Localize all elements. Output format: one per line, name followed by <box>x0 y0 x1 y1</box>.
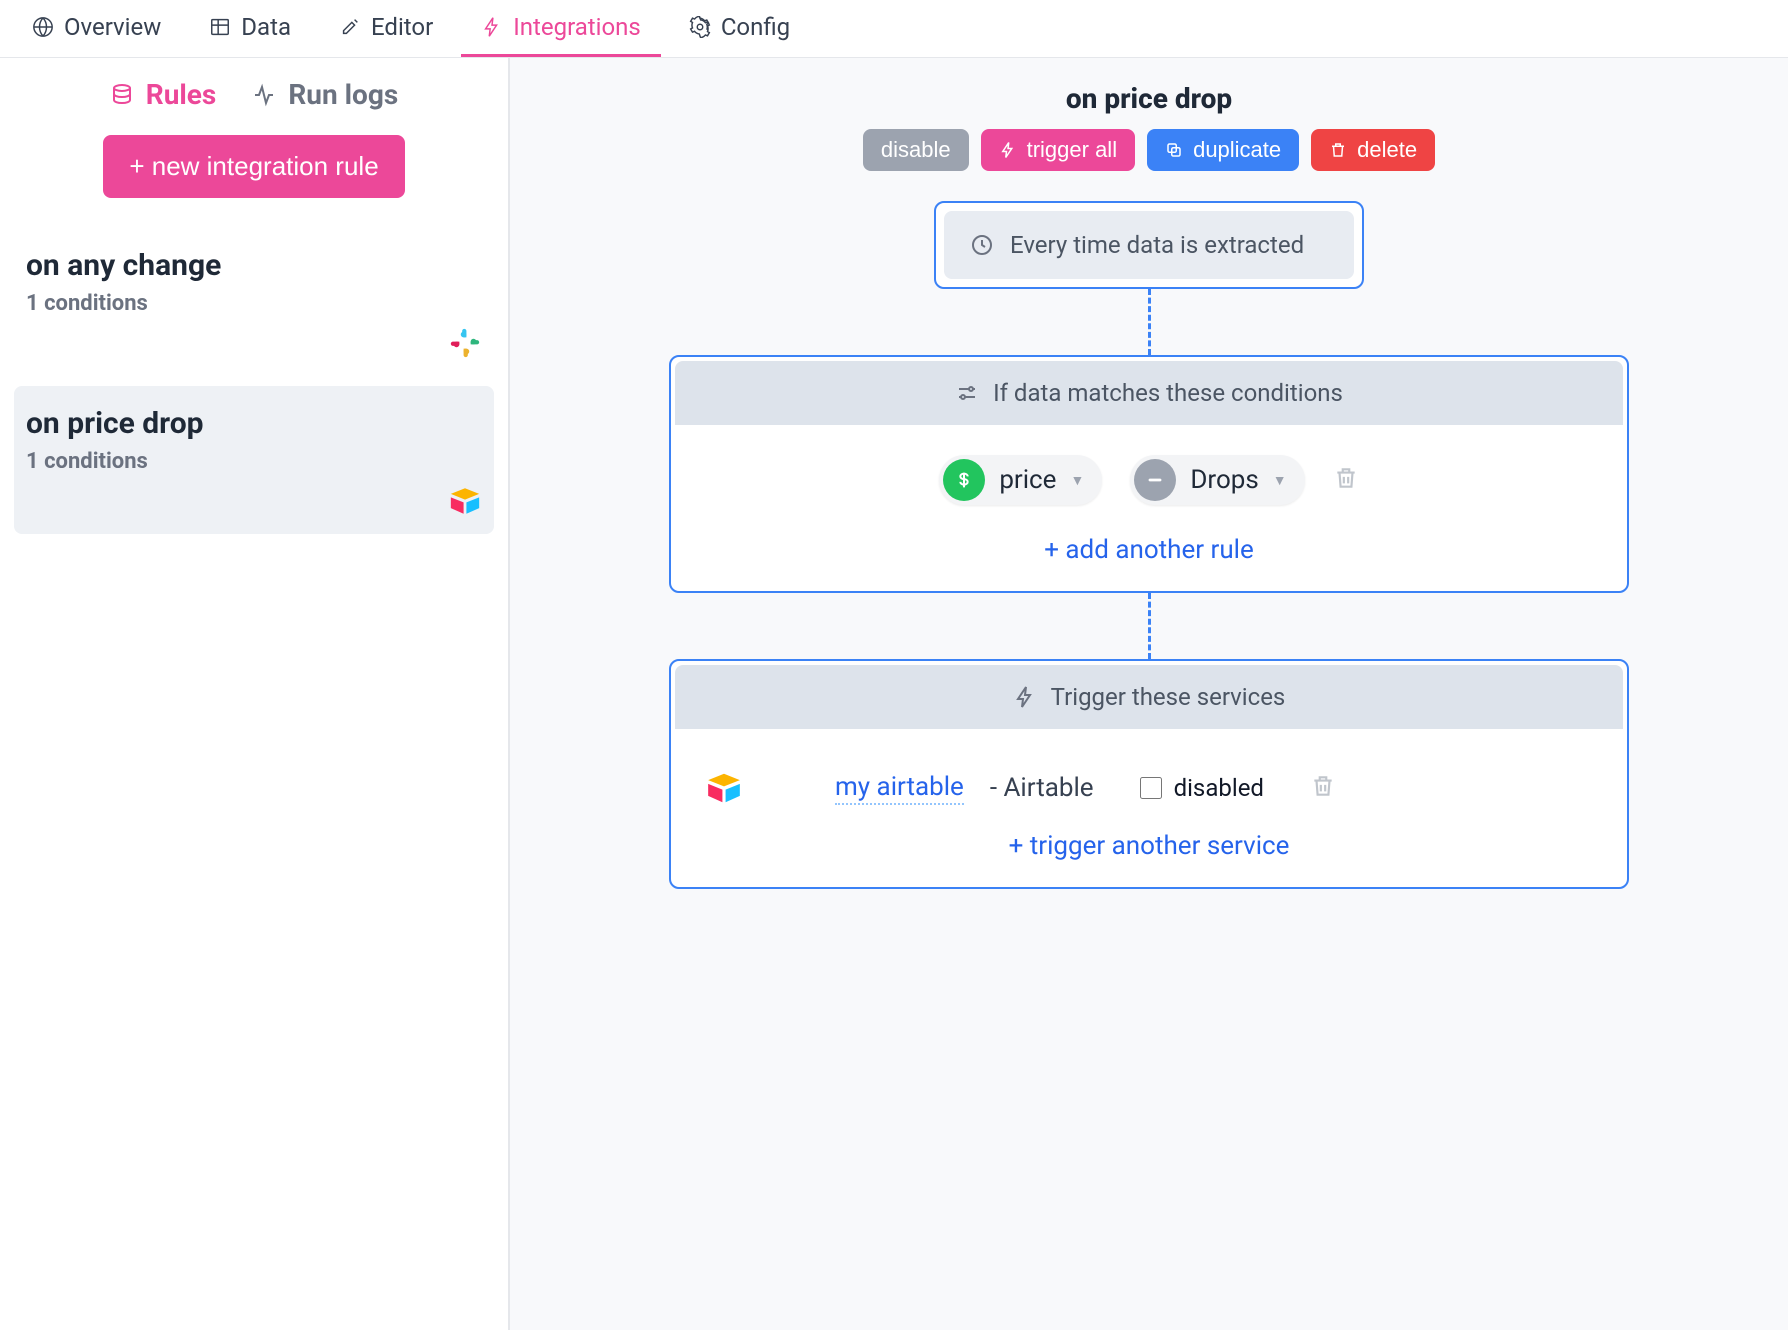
condition-operator-label: Drops <box>1190 465 1258 495</box>
sidebar-tab-label: Run logs <box>288 78 398 111</box>
rule-item-title: on price drop <box>26 406 482 441</box>
condition-field-select[interactable]: price ▼ <box>939 455 1102 505</box>
delete-service-button[interactable] <box>1310 773 1336 803</box>
sidebar-tab-label: Rules <box>146 78 217 111</box>
duplicate-button[interactable]: duplicate <box>1147 129 1299 171</box>
tab-config[interactable]: Config <box>669 0 810 57</box>
tab-integrations[interactable]: Integrations <box>461 0 661 57</box>
database-icon <box>110 83 134 107</box>
services-node: Trigger these services my airtable - Air… <box>669 659 1629 889</box>
trigger-node-label: Every time data is extracted <box>1010 231 1304 259</box>
airtable-icon <box>448 484 482 518</box>
bolt-icon <box>1013 685 1037 709</box>
tab-label: Data <box>241 13 291 41</box>
service-disabled-toggle[interactable]: disabled <box>1140 774 1264 802</box>
delete-condition-button[interactable] <box>1333 465 1359 495</box>
service-disabled-checkbox[interactable] <box>1140 777 1162 799</box>
add-rule-link[interactable]: + add another rule <box>695 535 1603 565</box>
flow-connector <box>1148 289 1151 355</box>
rule-item-conditions: 1 conditions <box>26 449 482 474</box>
gear-icon <box>689 16 711 38</box>
rule-item-title: on any change <box>26 248 482 283</box>
trigger-all-button[interactable]: trigger all <box>981 129 1135 171</box>
new-integration-rule-button[interactable]: + new integration rule <box>103 135 404 198</box>
condition-operator-select[interactable]: Drops ▼ <box>1130 455 1304 505</box>
trash-icon <box>1310 773 1336 799</box>
service-type-label: - Airtable <box>990 773 1094 803</box>
trigger-node[interactable]: Every time data is extracted <box>934 201 1364 289</box>
bolt-icon <box>481 16 503 38</box>
conditions-header-label: If data matches these conditions <box>993 379 1343 407</box>
bolt-icon <box>999 141 1017 159</box>
tab-label: Overview <box>64 13 161 41</box>
globe-icon <box>32 16 54 38</box>
tab-data[interactable]: Data <box>189 0 311 57</box>
chevron-down-icon: ▼ <box>1273 472 1287 489</box>
dollar-icon <box>943 459 985 501</box>
delete-button[interactable]: delete <box>1311 129 1435 171</box>
copy-icon <box>1165 141 1183 159</box>
tab-label: Config <box>721 13 790 41</box>
service-row: my airtable - Airtable disabled <box>695 759 1603 831</box>
tools-icon <box>339 16 361 38</box>
trash-icon <box>1333 465 1359 491</box>
activity-icon <box>252 83 276 107</box>
tab-label: Editor <box>371 13 433 41</box>
service-name-link[interactable]: my airtable <box>835 772 964 805</box>
rule-item-on-any-change[interactable]: on any change 1 conditions <box>14 228 494 376</box>
trash-icon <box>1329 141 1347 159</box>
condition-field-label: price <box>999 465 1056 495</box>
conditions-node: If data matches these conditions price ▼… <box>669 355 1629 593</box>
flow-connector <box>1148 593 1151 659</box>
sidebar-tab-rules[interactable]: Rules <box>110 78 217 111</box>
add-service-link[interactable]: + trigger another service <box>695 831 1603 861</box>
minus-icon <box>1134 459 1176 501</box>
table-icon <box>209 16 231 38</box>
sidebar: Rules Run logs + new integration rule on… <box>0 58 510 1330</box>
tab-label: Integrations <box>513 13 641 41</box>
page-title: on price drop <box>550 82 1748 115</box>
disable-button[interactable]: disable <box>863 129 969 171</box>
sidebar-tab-runlogs[interactable]: Run logs <box>252 78 398 111</box>
rule-item-on-price-drop[interactable]: on price drop 1 conditions <box>14 386 494 534</box>
rule-item-conditions: 1 conditions <box>26 291 482 316</box>
services-header-label: Trigger these services <box>1051 683 1286 711</box>
slack-icon <box>448 326 482 360</box>
service-disabled-label: disabled <box>1174 774 1264 802</box>
tab-overview[interactable]: Overview <box>12 0 181 57</box>
top-nav: Overview Data Editor Integrations Config <box>0 0 1788 58</box>
clock-icon <box>970 233 994 257</box>
airtable-icon <box>705 769 743 807</box>
tab-editor[interactable]: Editor <box>319 0 453 57</box>
chevron-down-icon: ▼ <box>1070 472 1084 489</box>
main-content: on price drop disable trigger all duplic… <box>510 58 1788 1330</box>
sliders-icon <box>955 381 979 405</box>
